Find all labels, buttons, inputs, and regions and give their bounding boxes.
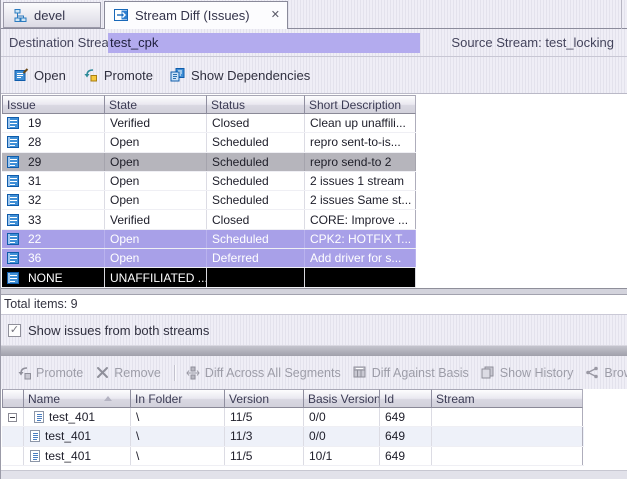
- remove-button[interactable]: Remove: [94, 365, 161, 381]
- issue-row[interactable]: NONE UNAFFILIATED ...: [2, 268, 416, 287]
- issue-row[interactable]: 33 Verified Closed CORE: Improve ...: [2, 210, 416, 229]
- column-header-state[interactable]: State: [105, 95, 207, 114]
- show-history-label: Show History: [500, 366, 574, 380]
- tab-active-label: Stream Diff (Issues): [135, 8, 250, 23]
- issue-icon: [7, 252, 19, 264]
- show-dependencies-button[interactable]: Show Dependencies: [170, 67, 310, 83]
- close-icon[interactable]: ✕: [271, 10, 280, 21]
- column-header-status[interactable]: Status: [207, 95, 305, 114]
- destination-stream-value[interactable]: test_cpk: [108, 33, 420, 53]
- streams-bar: Destination Stream: test_cpk Source Stre…: [1, 29, 627, 57]
- browse-versions-label: Brow: [604, 366, 627, 380]
- collapse-expander[interactable]: [8, 413, 17, 422]
- column-header-in-folder[interactable]: In Folder: [131, 389, 225, 408]
- toolbar-separator: [174, 365, 175, 381]
- show-history-button[interactable]: Show History: [480, 365, 574, 381]
- sort-ascending-icon: [104, 396, 112, 401]
- show-dependencies-icon: [170, 67, 186, 83]
- issues-table-header: Issue State Status Short Description: [2, 95, 416, 114]
- bottom-edge: [1, 470, 627, 479]
- issue-icon: [7, 272, 19, 284]
- diff-across-all-segments-label: Diff Across All Segments: [205, 366, 341, 380]
- promote-files-label: Promote: [36, 366, 83, 380]
- column-header-stream[interactable]: Stream: [432, 389, 583, 408]
- tab-devel[interactable]: devel: [3, 2, 101, 28]
- promote-button[interactable]: Promote: [83, 67, 153, 83]
- stream-hierarchy-icon: [12, 7, 28, 23]
- filter-bar: ✓ Show issues from both streams: [1, 314, 627, 345]
- tab-devel-label: devel: [34, 8, 65, 23]
- destination-stream-label: Destination Stream:: [9, 29, 123, 56]
- column-header-version[interactable]: Version: [225, 389, 304, 408]
- open-button-label: Open: [34, 68, 66, 83]
- show-both-streams-label[interactable]: Show issues from both streams: [28, 323, 209, 338]
- show-both-streams-checkbox[interactable]: ✓: [8, 324, 21, 337]
- stream-diff-icon: [113, 8, 129, 24]
- pane-splitter[interactable]: [1, 288, 627, 295]
- file-row[interactable]: test_401 \ 11/3 0/0 649: [2, 427, 584, 446]
- issue-icon: [7, 136, 19, 148]
- remove-label: Remove: [114, 366, 161, 380]
- total-items-status: Total items: 9: [1, 295, 627, 314]
- issue-icon: [7, 194, 19, 206]
- column-header-issue[interactable]: Issue: [2, 95, 105, 114]
- browse-versions-icon: [584, 365, 600, 381]
- tab-stream-diff-issues[interactable]: Stream Diff (Issues) ✕: [104, 1, 288, 29]
- diff-across-segments-icon: [185, 365, 201, 381]
- issue-row[interactable]: 36 Open Deferred Add driver for s...: [2, 249, 416, 268]
- column-header-name[interactable]: Name: [24, 389, 131, 408]
- show-history-icon: [480, 365, 496, 381]
- column-header-basis-version[interactable]: Basis Version: [304, 389, 380, 408]
- promote-files-button[interactable]: Promote: [16, 365, 83, 381]
- issue-row[interactable]: 32 Open Scheduled 2 issues Same st...: [2, 191, 416, 210]
- issue-icon: [7, 117, 19, 129]
- tab-bar: devel Stream Diff (Issues) ✕: [1, 0, 627, 29]
- files-toolbar: Promote Remove Diff Across All Segments: [1, 356, 627, 389]
- remove-icon: [94, 365, 110, 381]
- open-button[interactable]: Open: [13, 67, 66, 83]
- browse-versions-button[interactable]: Brow: [584, 365, 627, 381]
- issue-icon: [7, 214, 19, 226]
- promote-icon: [83, 67, 99, 83]
- diff-against-basis-icon: [352, 365, 368, 381]
- file-row[interactable]: test_401 \ 11/5 10/1 649: [2, 447, 584, 466]
- stream-diff-view: devel Stream Diff (Issues) ✕ Destination…: [0, 0, 627, 479]
- issue-row[interactable]: 29 Open Scheduled repro send-to 2: [2, 153, 416, 172]
- diff-against-basis-label: Diff Against Basis: [372, 366, 469, 380]
- issues-toolbar: Open Promote Show Dependenc: [1, 57, 627, 94]
- pane-splitter[interactable]: [1, 345, 627, 356]
- column-header-expand: [2, 389, 24, 408]
- issue-row[interactable]: 28 Open Scheduled repro sent-to-is...: [2, 133, 416, 152]
- files-table-header: Name In Folder Version Basis Version Id …: [2, 389, 584, 408]
- issues-table: Issue State Status Short Description 19 …: [2, 95, 416, 288]
- promote-icon: [16, 365, 32, 381]
- show-dependencies-button-label: Show Dependencies: [191, 68, 310, 83]
- issue-icon: [7, 233, 19, 245]
- issue-row[interactable]: 19 Verified Closed Clean up unaffili...: [2, 114, 416, 133]
- column-header-id[interactable]: Id: [380, 389, 432, 408]
- promote-button-label: Promote: [104, 68, 153, 83]
- open-issue-icon: [13, 67, 29, 83]
- files-table: Name In Folder Version Basis Version Id …: [2, 389, 584, 466]
- issue-icon: [7, 175, 19, 187]
- diff-across-all-segments-button[interactable]: Diff Across All Segments: [185, 365, 341, 381]
- column-header-short-description[interactable]: Short Description: [305, 95, 416, 114]
- diff-against-basis-button[interactable]: Diff Against Basis: [352, 365, 469, 381]
- file-row[interactable]: test_401 \ 11/5 0/0 649: [2, 408, 584, 427]
- source-stream-label: Source Stream: test_locking: [451, 29, 614, 56]
- file-icon: [30, 430, 40, 442]
- file-icon: [30, 450, 40, 462]
- issue-row[interactable]: 22 Open Scheduled CPK2: HOTFIX T...: [2, 230, 416, 249]
- issue-row[interactable]: 31 Open Scheduled 2 issues 1 stream: [2, 172, 416, 191]
- file-icon: [34, 411, 44, 423]
- issue-icon: [7, 156, 19, 168]
